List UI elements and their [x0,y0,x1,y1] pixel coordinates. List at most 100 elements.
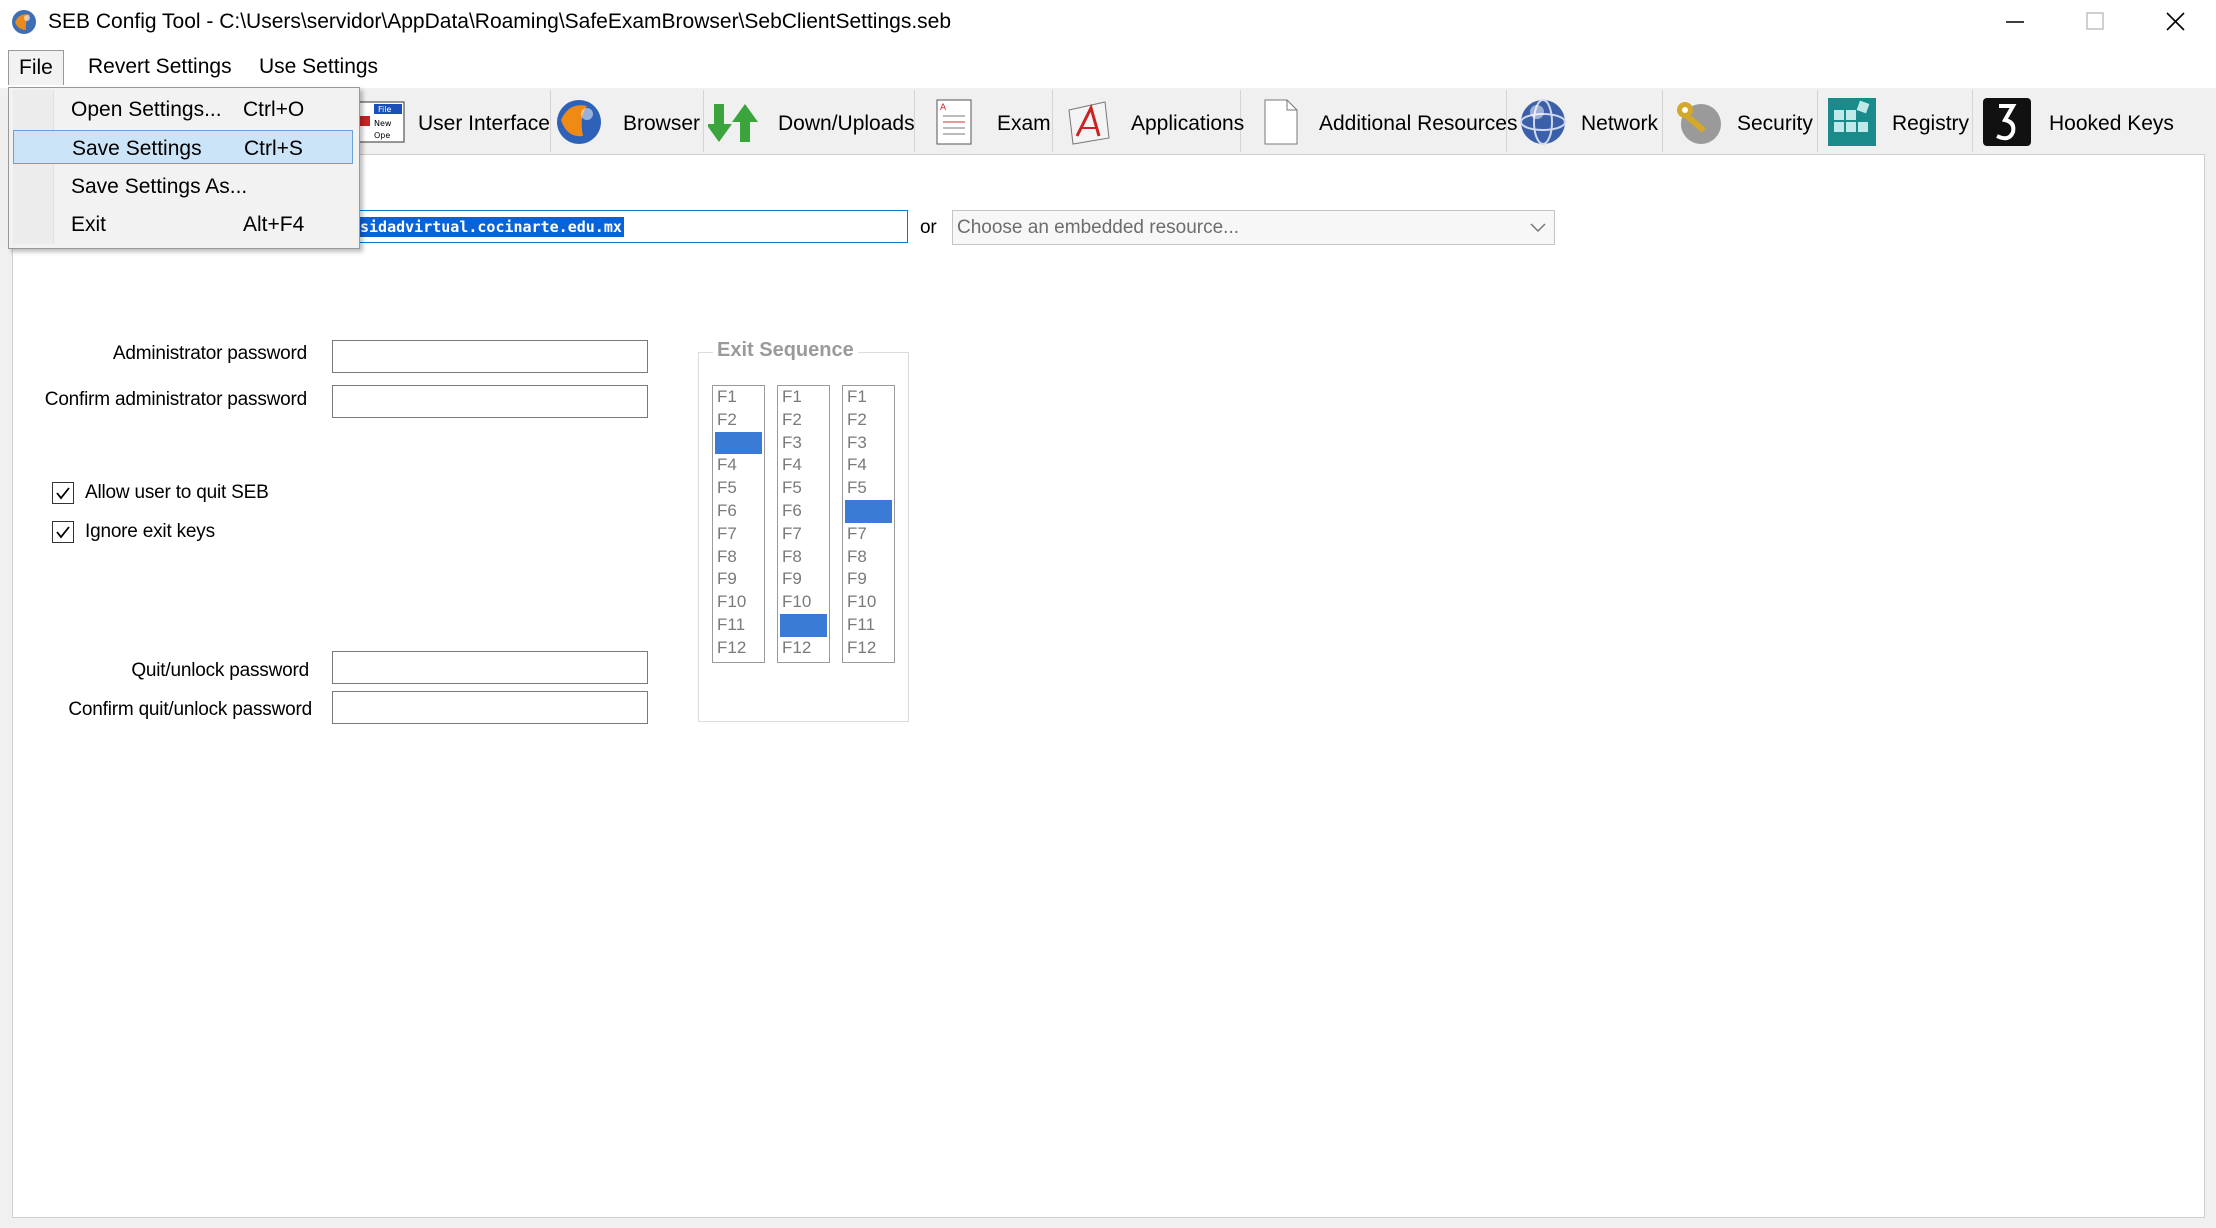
svg-text:File: File [378,105,391,114]
menu-item-exit[interactable]: Exit Alt+F4 [13,207,353,241]
tab-exam[interactable]: A Exam [915,90,1053,152]
menu-revert-settings[interactable]: Revert Settings [78,50,242,84]
window-title: SEB Config Tool - C:\Users\servidor\AppD… [48,10,952,33]
exit-key-option[interactable]: F1 [713,386,764,409]
menu-item-open-settings[interactable]: Open Settings... Ctrl+O [13,92,353,126]
exit-key-option[interactable]: F4 [778,454,829,477]
exit-key-option[interactable]: F8 [843,546,894,569]
confirm-admin-password-label: Confirm administrator password [44,389,307,410]
confirm-quit-password-input[interactable] [332,691,648,724]
seb-app-icon [12,10,36,34]
tab-label: Browser [623,112,701,135]
chevron-down-icon [1530,223,1546,233]
maximize-icon [2086,12,2104,30]
menu-item-save-settings-as[interactable]: Save Settings As... [13,169,353,203]
exit-key-option[interactable]: F2 [713,409,764,432]
exit-key-option[interactable]: F8 [713,546,764,569]
tab-label: Registry [1892,112,1970,135]
admin-password-label: Administrator password [112,343,307,364]
menu-item-label: Exit [71,213,107,236]
exit-key-option[interactable]: F4 [713,454,764,477]
tab-applications[interactable]: Applications [1053,90,1244,152]
tab-label: Hooked Keys [2049,112,2174,135]
exit-key-option[interactable]: F2 [778,409,829,432]
quit-password-input[interactable] [332,651,648,684]
close-icon [2166,12,2185,31]
exit-key-option[interactable]: F3 [843,432,894,455]
minimize-icon [2006,21,2024,23]
exit-key-option[interactable]: F5 [778,477,829,500]
close-window-button[interactable] [2132,0,2216,44]
exit-key-option[interactable]: F6 [778,500,829,523]
exit-key-option[interactable]: F8 [778,546,829,569]
exit-key-option[interactable]: F9 [843,568,894,591]
confirm-admin-password-input[interactable] [332,385,648,418]
menu-item-shortcut: Ctrl+S [244,137,303,160]
tab-security[interactable]: Security [1663,90,1818,152]
exit-key-option[interactable]: F7 [713,523,764,546]
menu-file[interactable]: File [8,50,64,85]
exit-key-option[interactable]: F9 [713,568,764,591]
exit-key-option[interactable]: F7 [843,523,894,546]
exit-key-option[interactable]: F1 [778,386,829,409]
exit-key-option[interactable]: F7 [778,523,829,546]
allow-quit-checkbox[interactable] [52,482,74,504]
confirm-quit-password-label: Confirm quit/unlock password [68,699,312,720]
exit-key-option[interactable]: F11 [843,614,894,637]
exit-key-option[interactable]: F2 [843,409,894,432]
user-interface-icon: File New Ope [355,101,405,143]
tab-label: Additional Resources [1319,112,1518,135]
title-bar: SEB Config Tool - C:\Users\servidor\AppD… [0,0,2216,44]
exit-key-option[interactable]: F10 [713,591,764,614]
tab-additional-resources[interactable]: Additional Resources [1241,90,1517,152]
embedded-resource-combo[interactable]: Choose an embedded resource... [952,210,1555,245]
ignore-exit-keys-checkbox[interactable] [52,521,74,543]
exit-key-option[interactable]: F11 [780,613,827,637]
exit-key-option[interactable]: F12 [843,637,894,660]
file-dropdown-menu: Open Settings... Ctrl+O Save Settings Ct… [8,87,360,249]
exit-key-option[interactable]: F1 [843,386,894,409]
applications-icon [1068,101,1110,145]
exit-key-option[interactable]: F6 [845,499,892,523]
blank-page-icon [1264,99,1298,145]
exit-key-list-3[interactable]: F1 F2 F3 F4 F5 F6 F7 F8 F9 F10 F11 F12 [842,385,895,663]
tab-registry[interactable]: Registry [1818,90,1973,152]
exit-key-option[interactable]: F4 [843,454,894,477]
exit-key-option[interactable]: F5 [713,477,764,500]
exam-document-icon: A [936,99,972,145]
maximize-button[interactable] [2052,0,2140,44]
menu-item-label: Save Settings [72,137,202,160]
admin-password-input[interactable] [332,340,648,373]
exit-key-option[interactable]: F5 [843,477,894,500]
tab-hooked-keys[interactable]: Hooked Keys [1973,90,2174,152]
quit-password-label: Quit/unlock password [131,660,309,681]
exit-key-option[interactable]: F12 [713,637,764,660]
network-globe-icon [1520,99,1566,145]
exit-key-option[interactable]: F3 [715,431,762,455]
browser-globe-icon [557,100,601,144]
menu-use-settings[interactable]: Use Settings [249,50,388,84]
exit-key-option[interactable]: F12 [778,637,829,660]
tab-browser[interactable]: Browser [551,90,704,152]
svg-text:Ope: Ope [374,131,390,140]
exit-key-option[interactable]: F10 [778,591,829,614]
exit-key-option[interactable]: F3 [778,432,829,455]
tab-label: Security [1737,112,1813,135]
exit-key-list-1[interactable]: F1 F2 F3 F4 F5 F6 F7 F8 F9 F10 F11 F12 [712,385,765,663]
tab-down-uploads[interactable]: Down/Uploads [704,90,915,152]
allow-quit-label: Allow user to quit SEB [85,482,269,503]
minimize-button[interactable] [1972,0,2060,44]
exit-key-option[interactable]: F10 [843,591,894,614]
tab-user-interface[interactable]: File New Ope User Interface [350,90,551,152]
tab-label: Exam [997,112,1051,135]
exit-key-list-2[interactable]: F1 F2 F3 F4 F5 F6 F7 F8 F9 F10 F11 F12 [777,385,830,663]
exit-key-option[interactable]: F6 [713,500,764,523]
tab-network[interactable]: Network [1507,90,1663,152]
menu-item-shortcut: Ctrl+O [243,98,305,121]
menu-item-save-settings[interactable]: Save Settings Ctrl+S [13,130,353,164]
exit-key-option[interactable]: F9 [778,568,829,591]
tab-label: Network [1581,112,1659,135]
start-url-selected-text: sidadvirtual.cocinarte.edu.mx [358,217,624,237]
start-url-input[interactable]: sidadvirtual.cocinarte.edu.mx [345,210,908,243]
exit-key-option[interactable]: F11 [713,614,764,637]
